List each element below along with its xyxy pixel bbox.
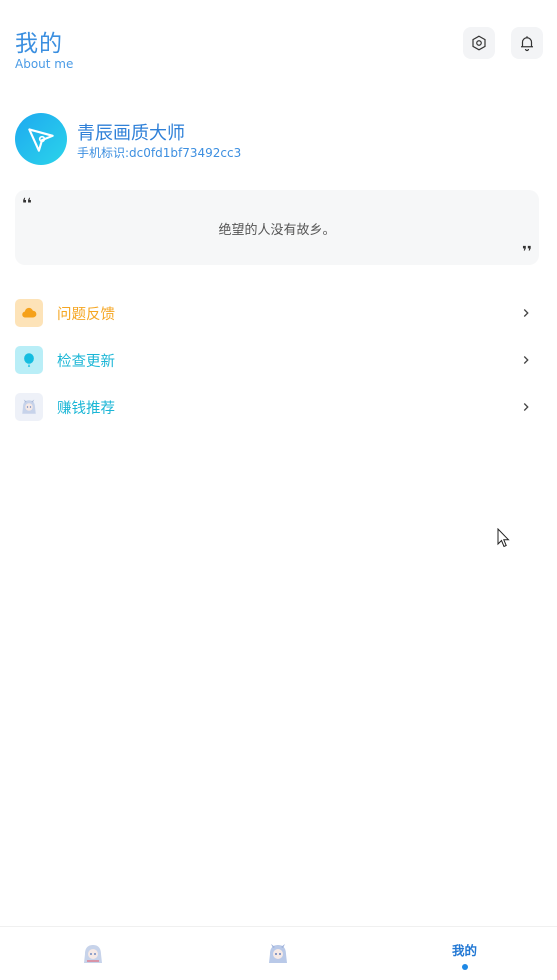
cloud-icon <box>15 299 43 327</box>
page-subtitle: About me <box>15 57 74 71</box>
menu-item-feedback[interactable]: 问题反馈 <box>15 298 539 328</box>
menu-item-label: 问题反馈 <box>57 306 115 323</box>
quote-close-mark: ❜❜ <box>522 244 532 260</box>
settings-button[interactable] <box>463 27 495 59</box>
quote-text: 绝望的人没有故乡。 <box>218 223 336 238</box>
balloon-icon <box>15 346 43 374</box>
active-indicator-dot <box>461 964 468 970</box>
paper-plane-icon <box>28 128 54 152</box>
chevron-right-icon <box>523 309 529 317</box>
mouse-cursor-icon <box>497 528 510 548</box>
anime-avatar-icon <box>83 945 102 963</box>
avatar[interactable] <box>15 113 67 165</box>
profile-name: 青辰画质大师 <box>77 123 185 144</box>
tab-home[interactable] <box>0 927 185 980</box>
chevron-right-icon <box>523 356 529 364</box>
bell-icon <box>521 36 533 52</box>
menu-item-check-update[interactable]: 检查更新 <box>15 345 539 375</box>
quote-open-mark: ❛❛ <box>22 196 32 212</box>
device-id: 手机标识:dc0fd1bf73492cc3 <box>77 146 242 160</box>
quote-card: ❛❛ 绝望的人没有故乡。 ❜❜ <box>15 190 539 265</box>
hexagon-settings-icon <box>472 35 486 51</box>
menu-item-earn-money[interactable]: 赚钱推荐 <box>15 392 539 422</box>
about-me-page: 我的 About me 青辰画质大师 手机标识:dc0fd1bf73492cc3… <box>0 0 557 980</box>
notifications-button[interactable] <box>511 27 543 59</box>
tab-me[interactable]: 我的 <box>372 927 557 980</box>
chevron-right-icon <box>523 403 529 411</box>
menu-item-label: 赚钱推荐 <box>57 400 115 417</box>
tab-tools[interactable] <box>185 927 370 980</box>
page-title: 我的 <box>15 31 63 57</box>
anime-avatar-icon <box>268 944 287 963</box>
menu-item-label: 检查更新 <box>57 353 115 370</box>
tab-me-label: 我的 <box>451 943 477 958</box>
bottom-navigation: 我的 <box>0 926 557 980</box>
anime-avatar-icon <box>15 393 43 421</box>
